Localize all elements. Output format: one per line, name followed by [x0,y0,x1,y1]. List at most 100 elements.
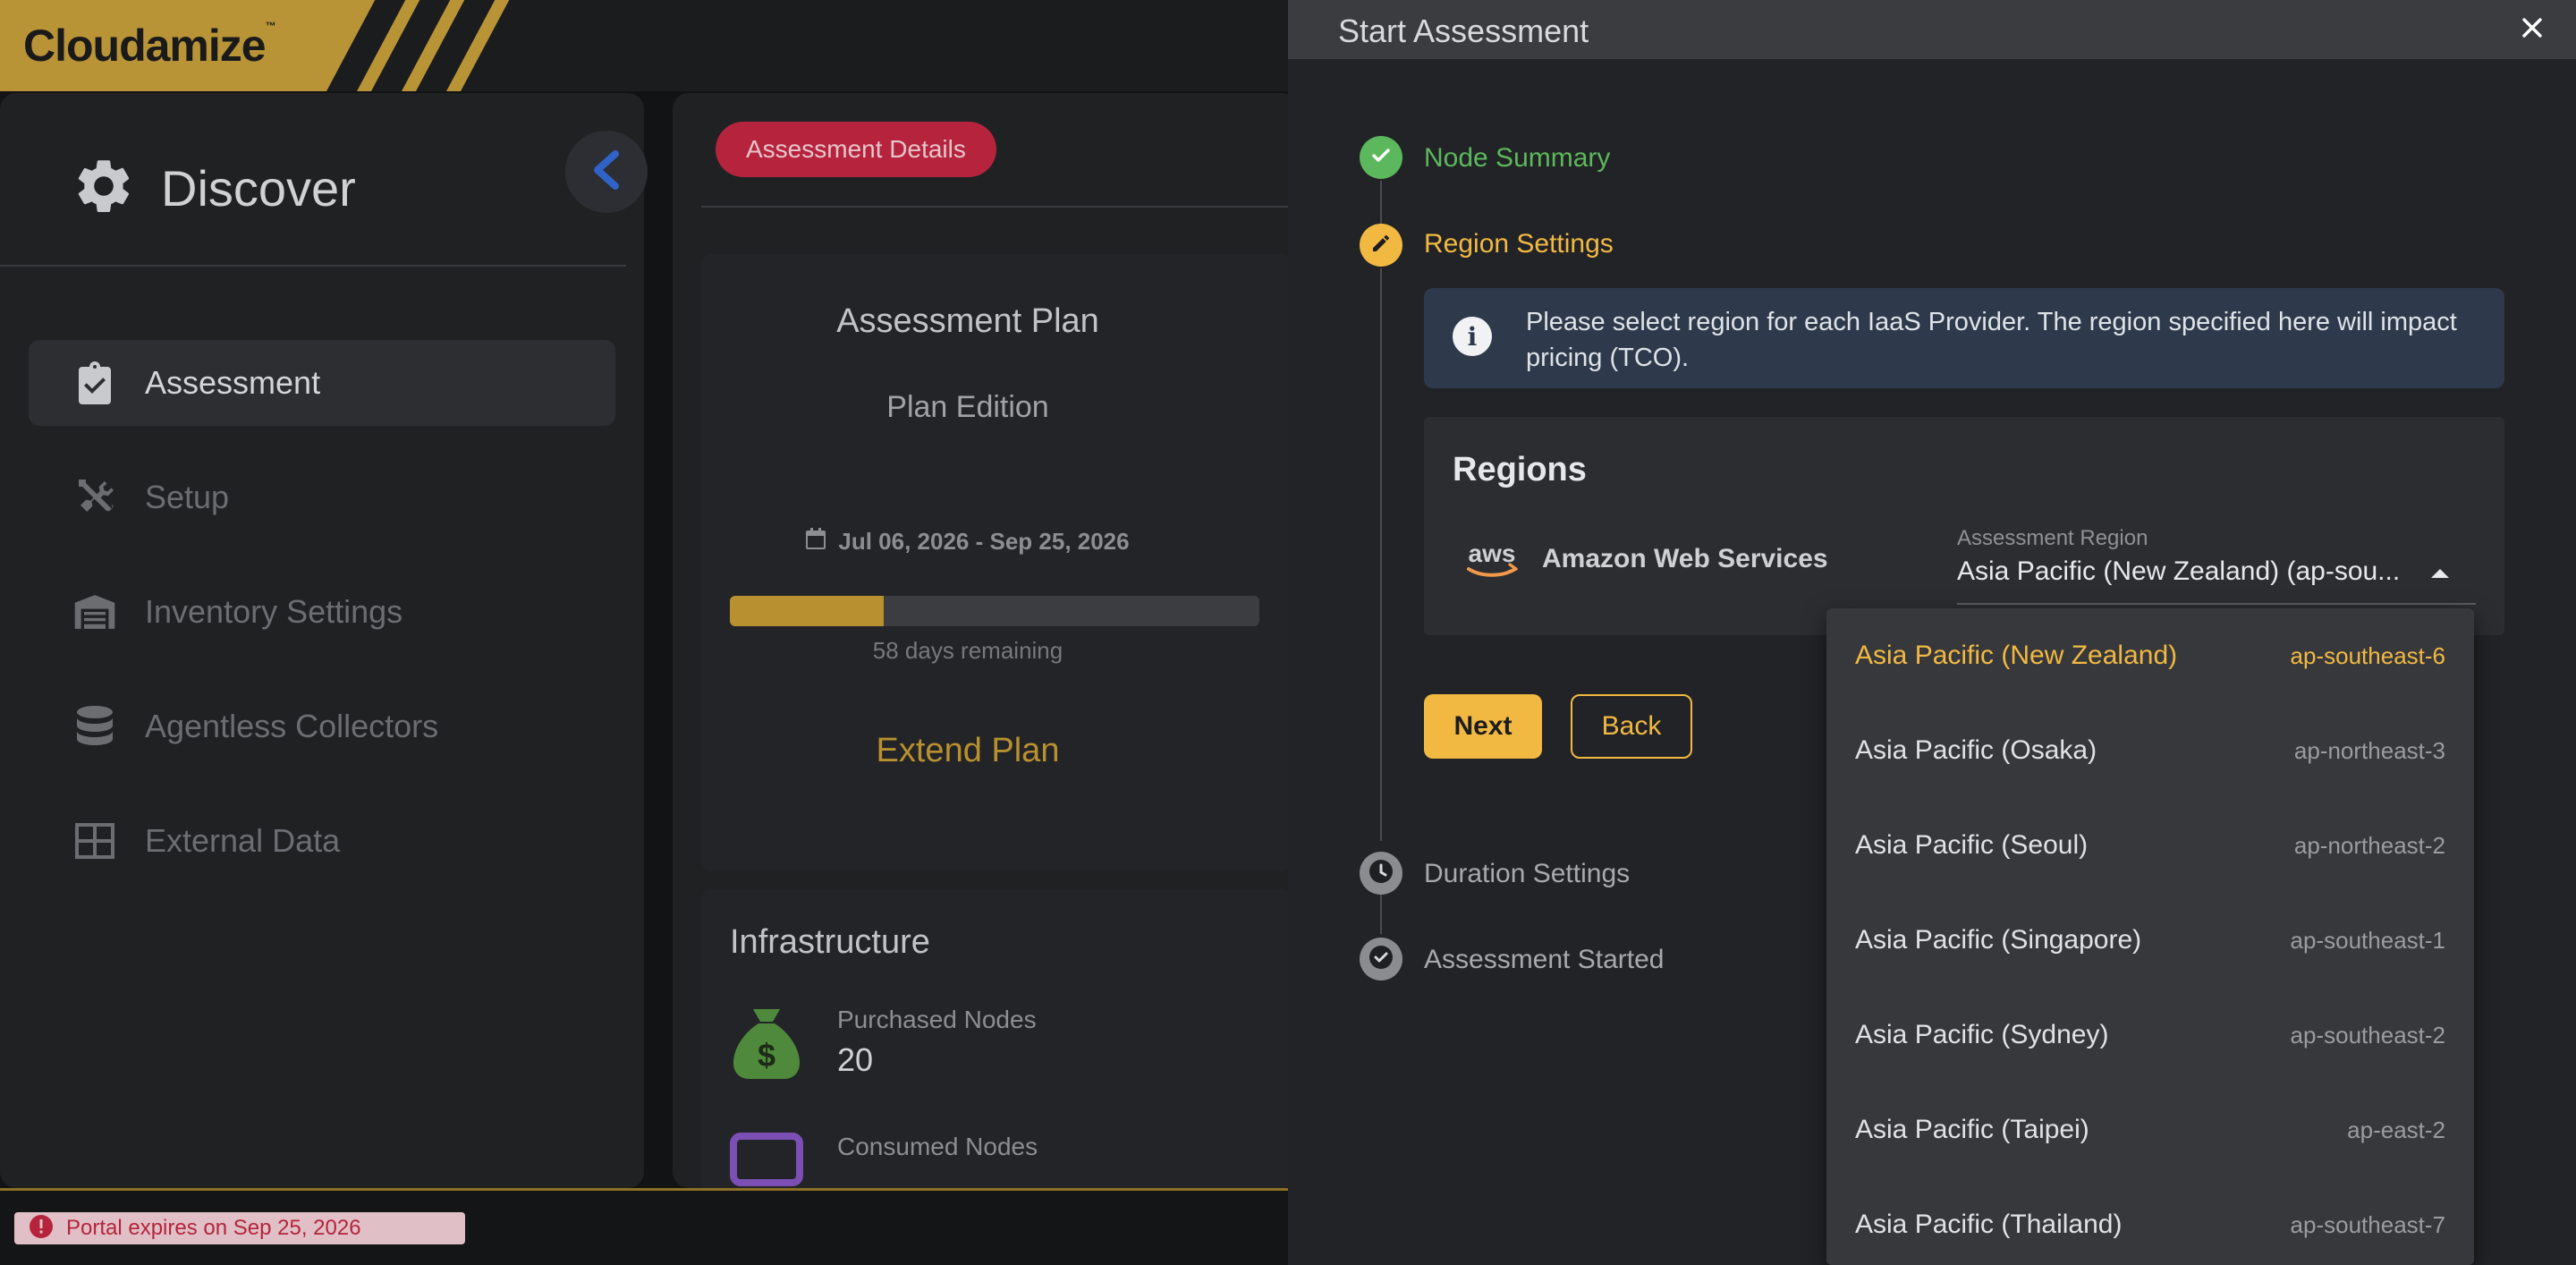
sidebar-item-inventory-settings[interactable]: Inventory Settings [29,569,615,655]
days-remaining: 58 days remaining [872,637,1063,664]
close-button[interactable] [2515,13,2549,47]
sidebar-title: Discover [161,160,356,216]
region-option[interactable]: Asia Pacific (New Zealand) ap-southeast-… [1826,608,2474,703]
region-option-code: ap-southeast-7 [2290,1210,2445,1238]
regions-card: Regions aws Amazon Web Services Assessme… [1424,417,2504,635]
next-button[interactable]: Next [1424,694,1542,759]
infrastructure-card: Infrastructure $ Purchased Nodes 20 Cons… [701,889,1292,1188]
region-option-name: Asia Pacific (Taipei) [1855,1115,2089,1144]
region-option-name: Asia Pacific (Singapore) [1855,925,2142,955]
consumed-nodes-label: Consumed Nodes [837,1133,1038,1160]
step-duration-settings[interactable]: Duration Settings [1424,859,1630,889]
caret-up-icon[interactable] [2431,569,2449,578]
close-icon [2521,17,2543,43]
region-option-code: ap-southeast-1 [2290,926,2445,954]
gear-icon [72,154,136,223]
purchased-nodes: $ Purchased Nodes 20 [730,1006,1037,1085]
region-option-name: Asia Pacific (Osaka) [1855,735,2097,765]
stepper-connector [1380,895,1382,934]
step-pending-indicator [1360,938,1402,981]
plan-dates-text: Jul 06, 2026 - Sep 25, 2026 [838,528,1130,555]
select-underline [1957,603,2476,605]
consumed-nodes: Consumed Nodes [730,1133,1038,1188]
check-circle-icon [1368,944,1394,975]
region-option[interactable]: Asia Pacific (Seoul) ap-northeast-2 [1826,798,2474,893]
money-bag-icon: $ [730,1006,803,1085]
infrastructure-title: Infrastructure [730,923,930,961]
table-icon [73,819,116,862]
sidebar-item-label: External Data [145,822,341,859]
provider-name: Amazon Web Services [1542,544,1828,573]
plan-title: Assessment Plan [836,302,1099,340]
region-option-code: ap-northeast-3 [2293,736,2445,764]
region-option-name: Asia Pacific (Thailand) [1855,1210,2123,1239]
region-option[interactable]: Asia Pacific (Taipei) ap-east-2 [1826,1082,2474,1177]
regions-title: Regions [1453,451,1587,488]
step-pending-indicator [1360,852,1402,895]
sidebar-item-setup[interactable]: Setup [29,454,615,540]
region-option-code: ap-east-2 [2347,1116,2445,1143]
region-option-code: ap-northeast-2 [2293,831,2445,859]
sidebar-item-agentless-collectors[interactable]: Agentless Collectors [29,683,615,769]
region-option[interactable]: Asia Pacific (Sydney) ap-southeast-2 [1826,988,2474,1082]
purchased-nodes-label: Purchased Nodes [837,1006,1037,1033]
region-info-text: Please select region for each IaaS Provi… [1526,308,2457,372]
info-icon: i [1453,317,1492,356]
alert-icon [29,1214,54,1244]
step-node-summary[interactable]: Node Summary [1424,143,1610,174]
portal-expiry-badge: Portal expires on Sep 25, 2026 [14,1212,465,1244]
region-option-name: Asia Pacific (New Zealand) [1855,641,2178,670]
sidebar-item-assessment[interactable]: Assessment [29,340,615,426]
plan-edition: Plan Edition [886,390,1049,424]
sidebar: Discover Assessment Setup Inventory Sett… [0,93,644,1188]
step-assessment-started[interactable]: Assessment Started [1424,945,1664,975]
tools-icon [73,476,116,519]
drawer-header: Start Assessment [1288,0,2576,59]
chevron-left-icon [590,149,623,194]
region-dropdown-menu: Asia Pacific (New Zealand) ap-southeast-… [1826,608,2474,1265]
footer: Portal expires on Sep 25, 2026 [0,1188,1290,1265]
region-option[interactable]: Asia Pacific (Thailand) ap-southeast-7 [1826,1177,2474,1265]
drawer-title: Start Assessment [1338,13,1589,49]
step-active-indicator [1360,224,1402,267]
logo[interactable]: Cloudamize™ [0,0,519,91]
region-option-name: Asia Pacific (Sydney) [1855,1020,2109,1049]
stepper-connector [1380,268,1382,841]
clipboard-check-icon [73,361,116,404]
assessment-details-panel: Assessment Details Assessment Plan Plan … [673,93,1299,1188]
pencil-icon [1370,233,1392,259]
divider [701,206,1299,208]
region-option-name: Asia Pacific (Seoul) [1855,830,2089,860]
svg-text:aws: aws [1469,539,1516,567]
database-icon [73,705,116,748]
calendar-icon [806,528,826,556]
back-button[interactable]: Back [1571,694,1692,759]
assessment-region-select[interactable]: Asia Pacific (New Zealand) (ap-sou... [1957,556,2400,587]
assessment-details-tab[interactable]: Assessment Details [716,122,996,177]
divider [0,265,626,267]
svg-text:$: $ [758,1037,775,1074]
sidebar-item-label: Assessment [145,364,321,401]
plan-dates: Jul 06, 2026 - Sep 25, 2026 [701,528,1234,556]
logo-text: Cloudamize™ [23,20,276,71]
purchased-nodes-value: 20 [837,1041,874,1078]
plan-progress-bar [730,596,1259,626]
sidebar-item-external-data[interactable]: External Data [29,798,615,884]
portal-expiry-text: Portal expires on Sep 25, 2026 [66,1216,361,1240]
region-option[interactable]: Asia Pacific (Singapore) ap-southeast-1 [1826,893,2474,988]
assessment-region-label: Assessment Region [1957,526,2148,550]
sidebar-item-label: Inventory Settings [145,593,403,630]
clock-icon [1368,858,1394,889]
sidebar-header: Discover [72,154,356,223]
region-option-code: ap-southeast-2 [2290,1021,2445,1049]
sidebar-item-label: Setup [145,479,230,515]
warehouse-icon [73,590,116,633]
step-done-indicator [1360,136,1402,179]
step-region-settings[interactable]: Region Settings [1424,229,1614,259]
region-option[interactable]: Asia Pacific (Osaka) ap-northeast-3 [1826,703,2474,798]
assessment-plan-card: Assessment Plan Plan Edition Jul 06, 202… [701,254,1292,871]
collapse-sidebar-button[interactable] [565,131,648,213]
sidebar-item-label: Agentless Collectors [145,708,439,744]
extend-plan-link[interactable]: Extend Plan [701,732,1234,770]
aws-logo: aws [1463,539,1521,586]
